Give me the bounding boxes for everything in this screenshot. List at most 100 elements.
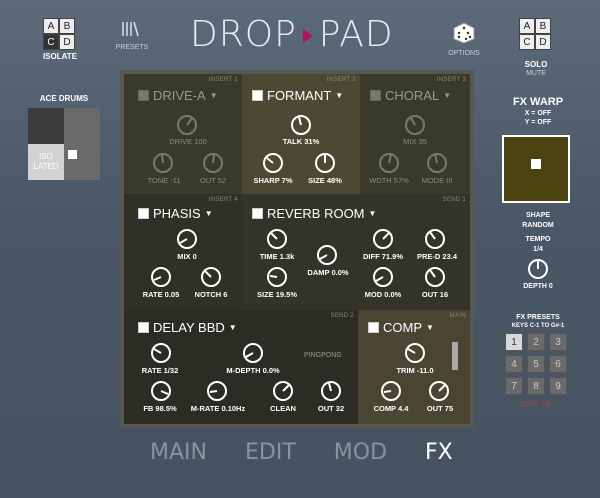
presets-icon[interactable] bbox=[120, 20, 140, 43]
send2-enable-checkbox[interactable] bbox=[138, 322, 149, 333]
send1-enable-checkbox[interactable] bbox=[252, 208, 263, 219]
copy-to-button[interactable]: COPY TO... bbox=[500, 401, 576, 408]
isolate-a-button[interactable]: A bbox=[43, 18, 59, 34]
fx-preset-button[interactable]: 6 bbox=[549, 355, 567, 373]
insert1-enable-checkbox[interactable] bbox=[138, 90, 149, 101]
insert1-drive-knob[interactable] bbox=[176, 114, 198, 136]
main-enable-checkbox[interactable] bbox=[368, 322, 379, 333]
fx-preset-button[interactable]: 7 bbox=[505, 377, 523, 395]
fx-preset-button[interactable]: 5 bbox=[527, 355, 545, 373]
options-label[interactable]: OPTIONS bbox=[442, 50, 486, 57]
insert4-fx-name[interactable]: PHASIS bbox=[153, 206, 201, 221]
send2-clean-knob[interactable] bbox=[272, 380, 294, 402]
send1-mod-knob[interactable] bbox=[372, 266, 394, 288]
send1-time-knob[interactable] bbox=[266, 228, 288, 250]
isolate-pad-grid[interactable]: ISO LATED bbox=[28, 108, 100, 180]
insert1-out-knob[interactable] bbox=[202, 152, 224, 174]
options-dice-icon[interactable] bbox=[453, 22, 475, 49]
insert2-talk-knob[interactable] bbox=[290, 114, 312, 136]
send2-rate-knob[interactable] bbox=[150, 342, 172, 364]
solo-d-button[interactable]: D bbox=[535, 34, 551, 50]
insert3-width-knob[interactable] bbox=[378, 152, 400, 174]
insert2-size-knob[interactable] bbox=[314, 152, 336, 174]
send1-damp-knob[interactable] bbox=[316, 244, 338, 266]
pingpong-toggle[interactable]: PINGPONG bbox=[304, 352, 342, 359]
insert1-fx-name[interactable]: DRIVE-A bbox=[153, 88, 206, 103]
depth-knob[interactable] bbox=[527, 258, 549, 280]
insert1-tone-knob[interactable] bbox=[152, 152, 174, 174]
fx-preset-grid[interactable]: 1 2 3 4 5 6 7 8 9 bbox=[505, 333, 567, 395]
dropdown-caret-icon[interactable]: ▼ bbox=[426, 323, 434, 332]
solo-a-button[interactable]: A bbox=[519, 18, 535, 34]
insert3-mode-knob[interactable] bbox=[426, 152, 448, 174]
insert4-notch-knob[interactable] bbox=[200, 266, 222, 288]
main-fx-name[interactable]: COMP bbox=[383, 320, 422, 335]
dropdown-caret-icon[interactable]: ▼ bbox=[369, 209, 377, 218]
send2-out-knob[interactable] bbox=[320, 380, 342, 402]
tab-fx[interactable]: FX bbox=[425, 440, 453, 465]
fx-preset-button[interactable]: 3 bbox=[549, 333, 567, 351]
solo-b-button[interactable]: B bbox=[535, 18, 551, 34]
fx-preset-button[interactable]: 2 bbox=[527, 333, 545, 351]
tab-mod[interactable]: MOD bbox=[334, 440, 387, 465]
solo-c-button[interactable]: C bbox=[519, 34, 535, 50]
mute-label[interactable]: MUTE bbox=[516, 70, 556, 77]
fx-preset-button[interactable]: 1 bbox=[505, 333, 523, 351]
main-comp-knob[interactable] bbox=[380, 380, 402, 402]
insert4-rate-knob[interactable] bbox=[150, 266, 172, 288]
insert2-enable-checkbox[interactable] bbox=[252, 90, 263, 101]
pad-a[interactable] bbox=[28, 108, 64, 144]
send1-diff-knob[interactable] bbox=[372, 228, 394, 250]
send1-fx-name[interactable]: REVERB ROOM bbox=[267, 206, 365, 221]
insert4-fx-header[interactable]: PHASIS ▼ bbox=[138, 206, 213, 221]
dropdown-caret-icon[interactable]: ▼ bbox=[205, 209, 213, 218]
main-fx-header[interactable]: COMP ▼ bbox=[368, 320, 434, 335]
insert3-fx-name[interactable]: CHORAL bbox=[385, 88, 439, 103]
send1-pred-knob[interactable] bbox=[424, 228, 446, 250]
send2-mrate-knob[interactable] bbox=[206, 380, 228, 402]
insert4-mix-knob[interactable] bbox=[176, 228, 198, 250]
isolate-b-button[interactable]: B bbox=[59, 18, 75, 34]
main-trim-knob[interactable] bbox=[404, 342, 426, 364]
send2-fx-header[interactable]: DELAY BBD ▼ bbox=[138, 320, 237, 335]
tab-main[interactable]: MAIN bbox=[150, 440, 207, 465]
insert2-fx-name[interactable]: FORMANT bbox=[267, 88, 331, 103]
isolate-c-button[interactable]: C bbox=[43, 34, 59, 50]
dropdown-caret-icon[interactable]: ▼ bbox=[210, 91, 218, 100]
tempo-value[interactable]: 1/4 bbox=[496, 246, 580, 253]
send2-mdepth-knob[interactable] bbox=[242, 342, 264, 364]
pad-c-isolated[interactable]: ISO LATED bbox=[28, 144, 64, 180]
xy-pad-handle[interactable] bbox=[531, 159, 541, 169]
fx-preset-button[interactable]: 4 bbox=[505, 355, 523, 373]
insert4-enable-checkbox[interactable] bbox=[138, 208, 149, 219]
tab-edit[interactable]: EDIT bbox=[245, 440, 296, 465]
pad-b[interactable] bbox=[64, 108, 100, 144]
insert1-fx-header[interactable]: DRIVE-A ▼ bbox=[138, 88, 218, 103]
dropdown-caret-icon[interactable]: ▼ bbox=[443, 91, 451, 100]
send2-fb-knob[interactable] bbox=[150, 380, 172, 402]
isolate-abcd-selector[interactable]: A B C D bbox=[43, 18, 75, 50]
fx-warp-xy-pad[interactable] bbox=[502, 135, 570, 203]
isolate-d-button[interactable]: D bbox=[59, 34, 75, 50]
dropdown-caret-icon[interactable]: ▼ bbox=[335, 91, 343, 100]
send2-fx-name[interactable]: DELAY BBD bbox=[153, 320, 225, 335]
send1-fx-header[interactable]: REVERB ROOM ▼ bbox=[252, 206, 376, 221]
shape-value[interactable]: RANDOM bbox=[496, 222, 580, 229]
fx-preset-button[interactable]: 9 bbox=[549, 377, 567, 395]
main-out-knob[interactable] bbox=[428, 380, 450, 402]
insert3-enable-checkbox[interactable] bbox=[370, 90, 381, 101]
solo-label[interactable]: SOLO bbox=[516, 60, 556, 69]
fx-preset-button[interactable]: 8 bbox=[527, 377, 545, 395]
solo-abcd-selector[interactable]: A B C D bbox=[519, 18, 551, 50]
send1-size-knob[interactable] bbox=[266, 266, 288, 288]
presets-label[interactable]: PRESETS bbox=[112, 44, 152, 51]
insert2-fx-header[interactable]: FORMANT ▼ bbox=[252, 88, 343, 103]
send1-out-knob[interactable] bbox=[424, 266, 446, 288]
insert2-sharp-knob[interactable] bbox=[262, 152, 284, 174]
shape-label: SHAPE bbox=[525, 212, 551, 219]
insert3-fx-header[interactable]: CHORAL ▼ bbox=[370, 88, 451, 103]
pad-d[interactable] bbox=[64, 144, 100, 180]
dropdown-caret-icon[interactable]: ▼ bbox=[229, 323, 237, 332]
insert1-out-label: OUT 52 bbox=[199, 176, 227, 185]
insert3-mix-knob[interactable] bbox=[404, 114, 426, 136]
